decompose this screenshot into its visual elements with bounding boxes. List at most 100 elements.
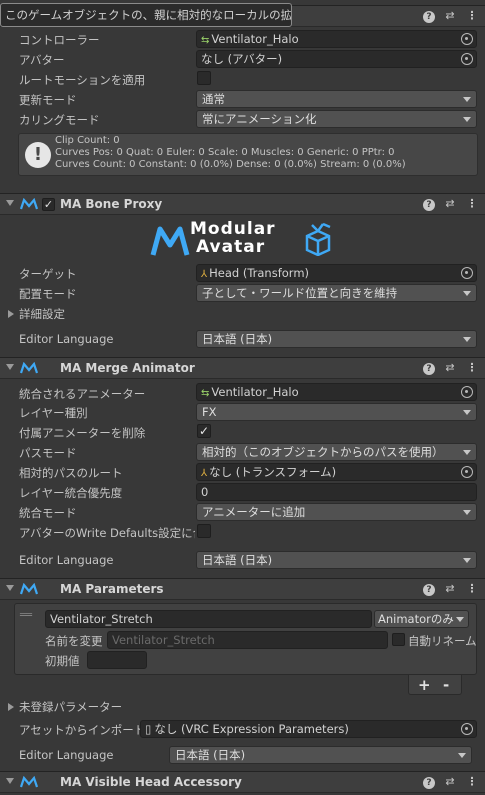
preset-icon[interactable]: ⇄ (443, 775, 457, 789)
preset-icon[interactable]: ⇄ (443, 582, 457, 596)
object-picker-icon[interactable] (461, 386, 473, 398)
object-picker-icon[interactable] (461, 53, 473, 65)
language-dropdown[interactable]: 日本語 (日本) (169, 746, 472, 764)
component-title: MA Parameters (60, 582, 164, 596)
language-dropdown[interactable]: 日本語 (日本) (196, 330, 477, 348)
param-name-field[interactable]: Ventilator_Stretch (45, 610, 372, 628)
preset-icon[interactable]: ⇄ (443, 197, 457, 211)
component-title: MA Visible Head Accessory (60, 775, 242, 789)
update-mode-value: 通常 (202, 92, 225, 106)
more-icon[interactable]: ⋮ (465, 9, 479, 23)
param-type-value: Animatorのみ (378, 612, 454, 626)
avatar-value: なし (アバター) (201, 52, 283, 66)
import-field[interactable]: ▯ なし (VRC Expression Parameters) (140, 720, 477, 738)
target-value: Head (Transform) (209, 266, 310, 280)
modular-avatar-icon (20, 198, 38, 210)
update-mode-label: 更新モード (19, 93, 77, 107)
root-motion-checkbox[interactable] (197, 71, 211, 85)
transform-icon: ⅄ (201, 269, 208, 280)
layer-type-dropdown[interactable]: FX (196, 403, 477, 421)
layer-type-value: FX (202, 405, 217, 419)
modular-avatar-icon (20, 583, 38, 595)
parameters-header[interactable]: MA Parameters ? ⇄ ⋮ (0, 578, 485, 600)
merge-mode-value: アニメーターに追加 (202, 505, 306, 519)
parameters-list: ══ Ventilator_Stretch Animatorのみ 名前を変更 V… (14, 603, 477, 675)
object-picker-icon[interactable] (461, 267, 473, 279)
tooltip: このゲームオブジェクトの、親に相対的なローカルの拡大縮小 (0, 3, 292, 27)
chevron-down-icon (463, 558, 471, 563)
rename-label: 名前を変更 (45, 634, 103, 648)
chevron-down-icon (456, 617, 464, 622)
merge-animator-header[interactable]: MA Merge Animator ? ⇄ ⋮ (0, 357, 485, 379)
more-icon[interactable]: ⋮ (465, 361, 479, 375)
avatar-label: アバター (19, 53, 65, 67)
foldout-icon[interactable] (6, 585, 14, 591)
merge-mode-label: 統合モード (19, 506, 77, 520)
foldout-icon[interactable] (6, 200, 14, 206)
merged-animator-field[interactable]: ⇆ Ventilator_Halo (196, 383, 477, 401)
path-mode-value: 相対的（このオブジェクトからのパスを使用） (202, 445, 444, 459)
layer-priority-field[interactable]: 0 (196, 483, 477, 501)
bone-proxy-header[interactable]: ✓ MA Bone Proxy ? ⇄ ⋮ (0, 193, 485, 215)
more-icon[interactable]: ⋮ (465, 197, 479, 211)
relative-root-field[interactable]: ⅄ なし (トランスフォーム) (196, 463, 477, 481)
more-icon[interactable]: ⋮ (465, 775, 479, 789)
auto-rename-label: 自動リネーム (408, 634, 477, 648)
chevron-down-icon (463, 450, 471, 455)
advanced-foldout[interactable]: 詳細設定 (8, 306, 65, 322)
culling-dropdown[interactable]: 常にアニメーション化 (196, 110, 477, 128)
preset-icon[interactable]: ⇄ (443, 361, 457, 375)
path-mode-dropdown[interactable]: 相対的（このオブジェクトからのパスを使用） (196, 443, 477, 461)
modular-avatar-icon (20, 776, 38, 788)
target-field[interactable]: ⅄ Head (Transform) (196, 264, 477, 282)
placement-dropdown[interactable]: 子として・ワールド位置と向きを維持 (196, 284, 477, 302)
language-dropdown[interactable]: 日本語 (日本) (196, 551, 477, 569)
help-icon[interactable]: ? (423, 777, 435, 789)
update-mode-dropdown[interactable]: 通常 (196, 90, 477, 108)
chevron-down-icon (463, 97, 471, 102)
object-picker-icon[interactable] (461, 33, 473, 45)
write-defaults-checkbox[interactable] (197, 524, 211, 538)
foldout-icon[interactable] (6, 778, 14, 784)
preset-icon[interactable]: ⇄ (443, 9, 457, 23)
info-line: Clip Count: 0 (55, 135, 120, 146)
controller-label: コントローラー (19, 33, 100, 47)
culling-label: カリングモード (19, 113, 100, 127)
transform-icon: ⅄ (201, 468, 208, 479)
chevron-down-icon (463, 410, 471, 415)
foldout-icon[interactable] (6, 364, 14, 370)
drag-handle-icon[interactable]: ══ (20, 611, 32, 621)
help-icon[interactable]: ? (423, 199, 435, 211)
unregistered-params-foldout[interactable]: 未登録パラメーター (8, 699, 122, 715)
merge-mode-dropdown[interactable]: アニメーターに追加 (196, 503, 477, 521)
write-defaults-label: アバターのWrite Defaults設定に合 (19, 526, 195, 540)
auto-rename-checkbox[interactable] (392, 633, 405, 646)
component-title: MA Merge Animator (60, 361, 195, 375)
remove-button[interactable]: - (443, 675, 449, 695)
asset-file-icon: ▯ (145, 722, 152, 736)
delete-attached-checkbox[interactable]: ✓ (197, 424, 211, 438)
avatar-field[interactable]: なし (アバター) (196, 50, 477, 68)
relative-root-label: 相対的パスのルート (19, 466, 123, 480)
enabled-checkbox[interactable]: ✓ (42, 198, 55, 211)
object-picker-icon[interactable] (461, 466, 473, 478)
language-label: Editor Language (19, 748, 114, 762)
more-icon[interactable]: ⋮ (465, 582, 479, 596)
object-picker-icon[interactable] (461, 723, 473, 735)
modular-avatar-logo: Modular Avatar (150, 218, 335, 264)
help-icon[interactable]: ? (423, 11, 435, 23)
layer-priority-label: レイヤー統合優先度 (19, 486, 123, 500)
default-value-field[interactable] (87, 651, 147, 669)
help-icon[interactable]: ? (423, 363, 435, 375)
controller-field[interactable]: ⇆ Ventilator_Halo (196, 30, 477, 48)
placement-value: 子として・ワールド位置と向きを維持 (202, 286, 398, 300)
modular-avatar-icon (20, 362, 38, 374)
rename-input[interactable]: Ventilator_Stretch (107, 631, 388, 649)
param-type-dropdown[interactable]: Animatorのみ (374, 610, 469, 628)
culling-value: 常にアニメーション化 (202, 112, 317, 126)
help-icon[interactable]: ? (423, 584, 435, 596)
visible-head-header[interactable]: MA Visible Head Accessory ? ⇄ ⋮ (0, 771, 485, 793)
add-button[interactable]: + (418, 675, 431, 695)
language-value: 日本語 (日本) (202, 553, 273, 567)
info-line: Curves Count: 0 Constant: 0 (0.0%) Dense… (55, 159, 406, 170)
